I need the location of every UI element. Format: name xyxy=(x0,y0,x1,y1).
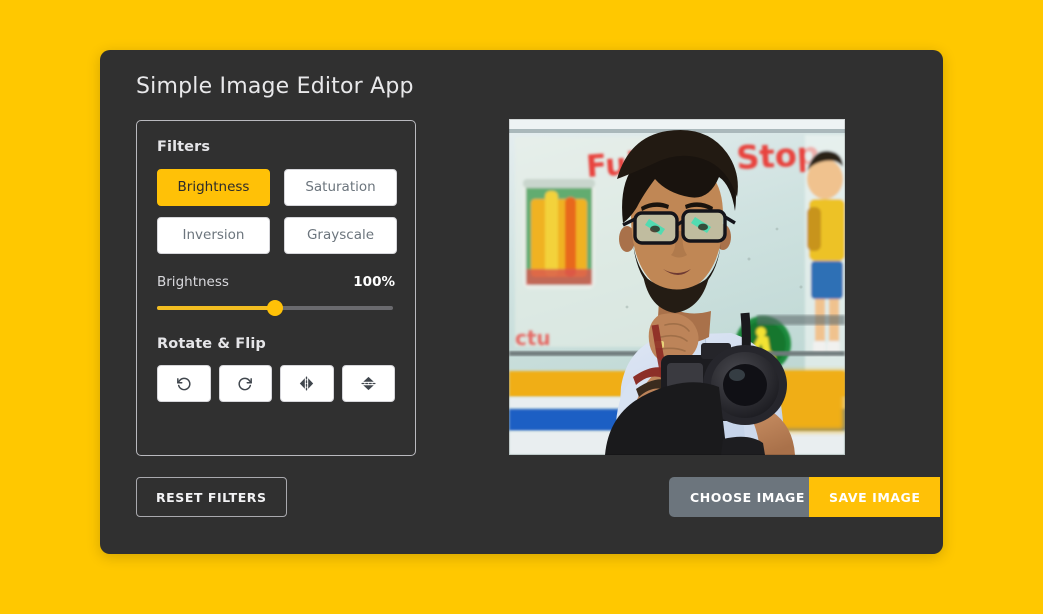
slider-filter-name: Brightness xyxy=(157,274,229,290)
flip-vertical-button[interactable] xyxy=(341,365,395,402)
flip-horizontal-button[interactable] xyxy=(280,365,334,402)
rotate-flip-button-row xyxy=(157,365,395,402)
filter-button-grayscale[interactable]: Grayscale xyxy=(284,217,397,254)
filters-heading: Filters xyxy=(157,139,211,155)
image-editor-card: Simple Image Editor App Filters Brightne… xyxy=(100,50,943,554)
svg-text:ctu: ctu xyxy=(515,326,551,350)
reset-filters-button[interactable]: RESET FILTERS xyxy=(136,477,287,517)
filter-button-saturation[interactable]: Saturation xyxy=(284,169,397,206)
choose-image-button[interactable]: CHOOSE IMAGE xyxy=(669,477,826,517)
rotate-flip-heading: Rotate & Flip xyxy=(157,336,266,352)
slider-fill xyxy=(157,306,275,310)
rotate-right-button[interactable] xyxy=(218,365,272,402)
filters-panel: Filters Brightness Saturation Inversion … xyxy=(136,120,416,456)
page-title: Simple Image Editor App xyxy=(136,74,414,99)
rotate-left-icon xyxy=(175,375,192,392)
filter-button-grid: Brightness Saturation Inversion Grayscal… xyxy=(157,169,397,254)
rotate-left-button[interactable] xyxy=(157,365,211,402)
filter-slider[interactable] xyxy=(157,300,395,316)
slider-label-row: Brightness 100% xyxy=(157,274,395,290)
slider-value-label: 100% xyxy=(353,274,395,290)
flip-horizontal-icon xyxy=(298,375,315,392)
flip-vertical-icon xyxy=(360,375,377,392)
image-preview-area: Full Stop ctu xyxy=(509,119,845,455)
filter-button-brightness[interactable]: Brightness xyxy=(157,169,270,206)
save-image-button[interactable]: SAVE IMAGE xyxy=(809,477,941,517)
preview-image: Full Stop ctu xyxy=(509,119,845,455)
slider-thumb[interactable] xyxy=(267,300,283,316)
rotate-right-icon xyxy=(237,375,254,392)
filter-button-inversion[interactable]: Inversion xyxy=(157,217,270,254)
